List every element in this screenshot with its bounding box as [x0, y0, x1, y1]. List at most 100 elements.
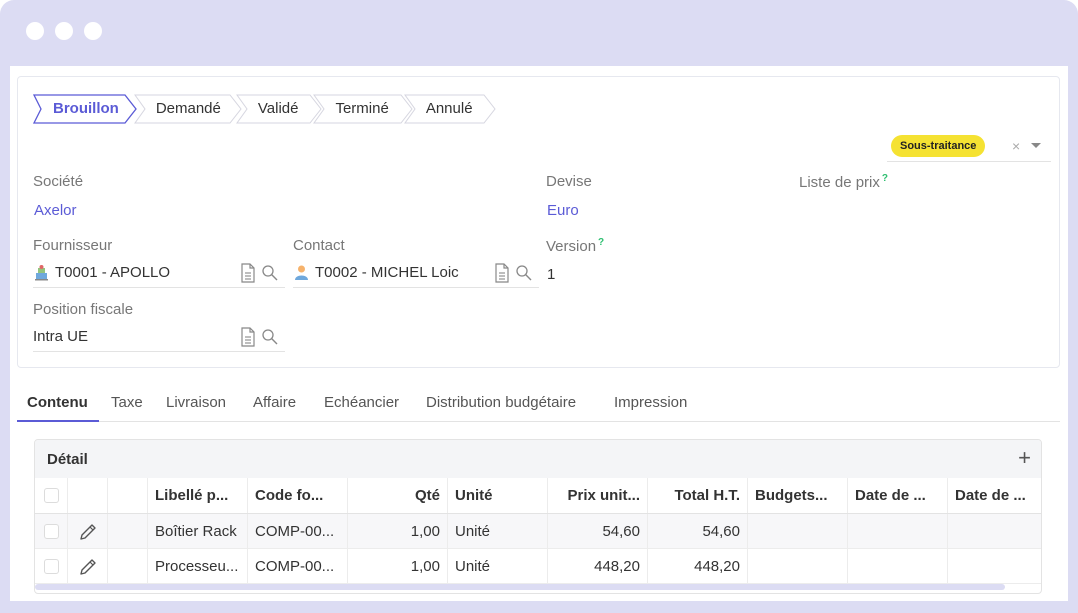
window-dot-maximize[interactable]: [84, 22, 102, 40]
tab-contenu[interactable]: Contenu: [27, 394, 88, 411]
tab-impression[interactable]: Impression: [614, 394, 687, 411]
company-icon: [35, 265, 48, 281]
cell-date-1: [848, 549, 948, 583]
detail-panel: Détail + Libellé p... Code fo... Qté Uni…: [34, 439, 1042, 594]
header-edit: [68, 478, 108, 513]
tab-taxe[interactable]: Taxe: [111, 394, 143, 411]
help-icon[interactable]: ?: [598, 237, 604, 248]
step-demande[interactable]: Demandé: [133, 94, 242, 124]
edit-record-icon[interactable]: [239, 263, 257, 283]
tab-affaire[interactable]: Affaire: [253, 394, 296, 411]
societe-value[interactable]: Axelor: [34, 202, 77, 219]
position-fiscale-value: Intra UE: [33, 328, 89, 345]
devise-label: Devise: [546, 173, 592, 190]
col-date-2[interactable]: Date de ...: [948, 478, 1041, 513]
version-value: 1: [547, 266, 556, 283]
cell-qte: 1,00: [348, 549, 448, 583]
search-icon[interactable]: [261, 263, 279, 283]
search-icon[interactable]: [261, 327, 279, 347]
cell-budgets: [748, 514, 848, 548]
step-annule[interactable]: Annulé: [403, 94, 496, 124]
edit-record-icon[interactable]: [493, 263, 511, 283]
table-row[interactable]: Boîtier Rack COMP-00... 1,00 Unité 54,60…: [35, 514, 1041, 549]
cell-prix-unitaire: 54,60: [548, 514, 648, 548]
cell-code-fournisseur: COMP-00...: [248, 549, 348, 583]
window-dot-minimize[interactable]: [55, 22, 73, 40]
contact-field[interactable]: T0002 - MICHEL Loic: [293, 260, 539, 288]
horizontal-scrollbar[interactable]: [35, 584, 1005, 590]
position-fiscale-field[interactable]: Intra UE: [33, 324, 285, 352]
window-controls: [26, 22, 102, 40]
tab-livraison[interactable]: Livraison: [166, 394, 226, 411]
row-checkbox[interactable]: [44, 559, 59, 574]
help-icon[interactable]: ?: [882, 173, 888, 184]
col-total-ht[interactable]: Total H.T.: [648, 478, 748, 513]
col-date-1[interactable]: Date de ...: [848, 478, 948, 513]
col-libelle[interactable]: Libellé p...: [148, 478, 248, 513]
pencil-icon[interactable]: [78, 557, 98, 577]
header-blank: [108, 478, 148, 513]
fournisseur-value: T0001 - APOLLO: [55, 264, 171, 281]
step-brouillon[interactable]: Brouillon: [33, 94, 139, 124]
row-checkbox[interactable]: [44, 524, 59, 539]
version-label-text: Version: [546, 238, 597, 255]
cell-date-2: [948, 514, 1041, 548]
fournisseur-label: Fournisseur: [33, 237, 113, 254]
liste-prix-label-text: Liste de prix: [799, 174, 880, 191]
position-fiscale-actions: [239, 327, 279, 347]
cell-date-1: [848, 514, 948, 548]
step-label: Terminé: [335, 100, 389, 117]
cell-code-fournisseur: COMP-00...: [248, 514, 348, 548]
purchase-order-header-card: Brouillon Demandé Validé Terminé Annulé: [17, 76, 1060, 368]
row-select-cell: [35, 549, 68, 583]
tag-sous-traitance[interactable]: Sous-traitance: [891, 135, 986, 157]
table-header: Libellé p... Code fo... Qté Unité Prix u…: [35, 478, 1041, 514]
row-blank-cell: [108, 514, 148, 548]
row-blank-cell: [108, 549, 148, 583]
col-qte[interactable]: Qté: [348, 478, 448, 513]
detail-panel-title: Détail: [47, 451, 88, 468]
tags-dropdown-caret-icon[interactable]: [1031, 143, 1041, 148]
select-all-checkbox[interactable]: [44, 488, 59, 503]
liste-prix-label: Liste de prix?: [799, 173, 888, 191]
step-label: Demandé: [155, 100, 221, 117]
table-row[interactable]: Processeu... COMP-00... 1,00 Unité 448,2…: [35, 549, 1041, 584]
row-select-cell: [35, 514, 68, 548]
cell-total-ht: 54,60: [648, 514, 748, 548]
browser-frame: Brouillon Demandé Validé Terminé Annulé: [0, 0, 1078, 613]
edit-record-icon[interactable]: [239, 327, 257, 347]
active-tab-indicator: [17, 420, 99, 422]
cell-unite: Unité: [448, 549, 548, 583]
select-all-cell: [35, 478, 68, 513]
row-edit-cell: [68, 549, 108, 583]
search-icon[interactable]: [515, 263, 533, 283]
fournisseur-actions: [239, 263, 279, 283]
row-edit-cell: [68, 514, 108, 548]
cell-date-2: [948, 549, 1041, 583]
step-termine[interactable]: Terminé: [313, 94, 414, 124]
col-unite[interactable]: Unité: [448, 478, 548, 513]
pencil-icon[interactable]: [78, 522, 98, 542]
window-dot-close[interactable]: [26, 22, 44, 40]
tab-echeancier[interactable]: Echéancier: [324, 394, 399, 411]
clear-tags-icon[interactable]: ×: [1012, 135, 1020, 157]
version-label: Version?: [546, 237, 604, 255]
fournisseur-field[interactable]: T0001 - APOLLO: [33, 260, 285, 288]
step-label: Brouillon: [53, 100, 119, 117]
col-budgets[interactable]: Budgets...: [748, 478, 848, 513]
step-valide[interactable]: Validé: [235, 94, 322, 124]
col-prix-unitaire[interactable]: Prix unit...: [548, 478, 648, 513]
societe-label: Société: [33, 173, 84, 190]
add-line-button[interactable]: +: [1018, 444, 1031, 472]
cell-unite: Unité: [448, 514, 548, 548]
tags-field-underline: [887, 161, 1051, 162]
form-tabs: Contenu Taxe Livraison Affaire Echéancie…: [17, 384, 1060, 422]
step-label: Validé: [257, 100, 299, 117]
position-fiscale-label: Position fiscale: [33, 301, 134, 318]
col-code-fournisseur[interactable]: Code fo...: [248, 478, 348, 513]
tab-distribution-budgetaire[interactable]: Distribution budgétaire: [426, 394, 576, 411]
cell-prix-unitaire: 448,20: [548, 549, 648, 583]
contact-actions: [493, 263, 533, 283]
contact-value-wrap: T0002 - MICHEL Loic: [293, 264, 459, 281]
devise-value[interactable]: Euro: [547, 202, 579, 219]
